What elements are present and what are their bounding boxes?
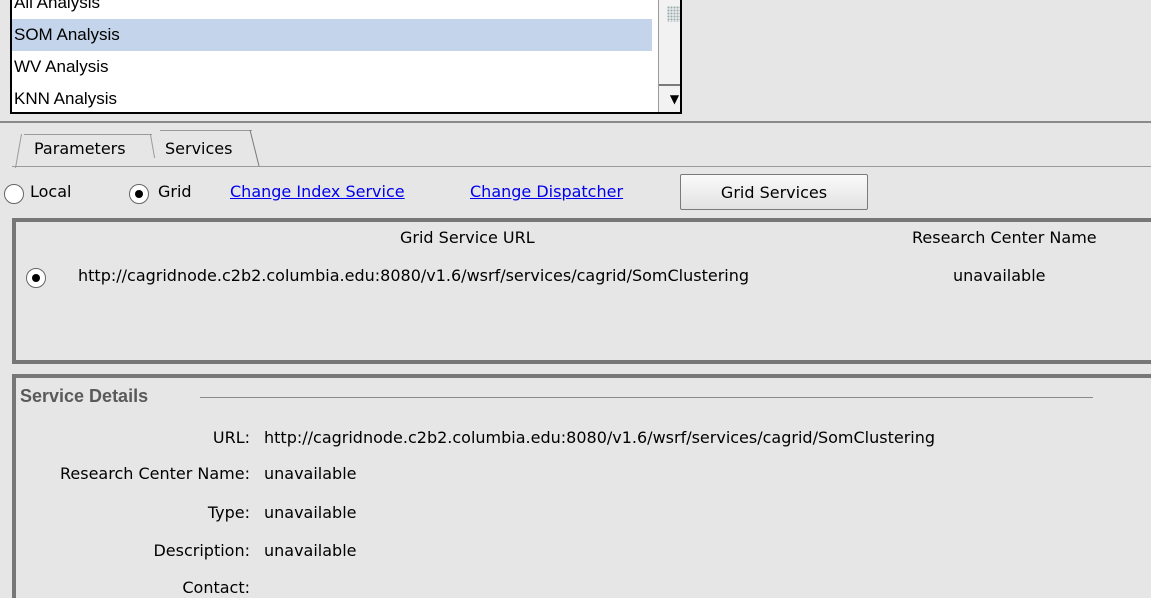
column-header-url[interactable]: Grid Service URL: [400, 228, 535, 247]
tab-services[interactable]: Services: [155, 132, 243, 166]
detail-type-value: unavailable: [264, 503, 357, 522]
tab-border: [24, 134, 152, 135]
service-details-title: Service Details: [20, 386, 149, 406]
grid-radio[interactable]: [129, 184, 149, 204]
grip-icon: [667, 6, 680, 22]
list-item-som-analysis[interactable]: SOM Analysis: [12, 19, 652, 51]
service-details-panel: [12, 374, 1151, 598]
scroll-down-button[interactable]: ▼: [659, 86, 680, 112]
detail-research-center-key: Research Center Name:: [59, 464, 250, 483]
services-table: Grid Service URL Research Center Name ht…: [12, 218, 1151, 364]
detail-url-key: URL:: [212, 428, 250, 447]
analysis-list-area: All Analysis SOM Analysis WV Analysis KN…: [0, 0, 1151, 122]
service-details-rule: [200, 397, 1093, 398]
divider: [0, 121, 1151, 123]
detail-research-center-value: unavailable: [264, 464, 357, 483]
change-dispatcher-link[interactable]: Change Dispatcher: [470, 182, 623, 201]
change-index-service-link[interactable]: Change Index Service: [230, 182, 405, 201]
list-item-all-analysis[interactable]: All Analysis: [12, 0, 652, 19]
arrow-down-icon: ▼: [669, 92, 680, 106]
local-label: Local: [30, 182, 72, 201]
list-item-wv-analysis[interactable]: WV Analysis: [12, 51, 652, 83]
tab-border: [160, 130, 252, 131]
detail-contact-key: Contact:: [182, 578, 250, 597]
analysis-list[interactable]: All Analysis SOM Analysis WV Analysis KN…: [10, 0, 682, 114]
local-radio[interactable]: [4, 184, 24, 204]
tab-strip: Parameters Services: [0, 128, 1151, 168]
service-row-radio[interactable]: [26, 268, 46, 288]
list-scrollbar[interactable]: ▼: [658, 0, 680, 112]
service-row-url[interactable]: http://cagridnode.c2b2.columbia.edu:8080…: [78, 266, 749, 285]
grid-label: Grid: [158, 182, 192, 201]
detail-url-value: http://cagridnode.c2b2.columbia.edu:8080…: [264, 428, 936, 447]
mode-row: Local Grid Change Index Service Change D…: [0, 174, 1151, 212]
tab-parameters[interactable]: Parameters: [24, 132, 136, 166]
column-header-research-center[interactable]: Research Center Name: [912, 228, 1097, 247]
grid-services-button[interactable]: Grid Services: [680, 174, 868, 210]
analysis-list-items: All Analysis SOM Analysis WV Analysis KN…: [12, 0, 652, 112]
detail-description-value: unavailable: [264, 541, 357, 560]
detail-type-key: Type:: [207, 503, 250, 522]
list-border: [10, 0, 12, 114]
list-item-knn-analysis[interactable]: KNN Analysis: [12, 83, 652, 112]
detail-description-key: Description:: [153, 541, 250, 560]
service-row-research-center[interactable]: unavailable: [953, 266, 1046, 285]
scrollbar-thumb[interactable]: [659, 0, 680, 86]
tab-underline: [12, 166, 1151, 167]
